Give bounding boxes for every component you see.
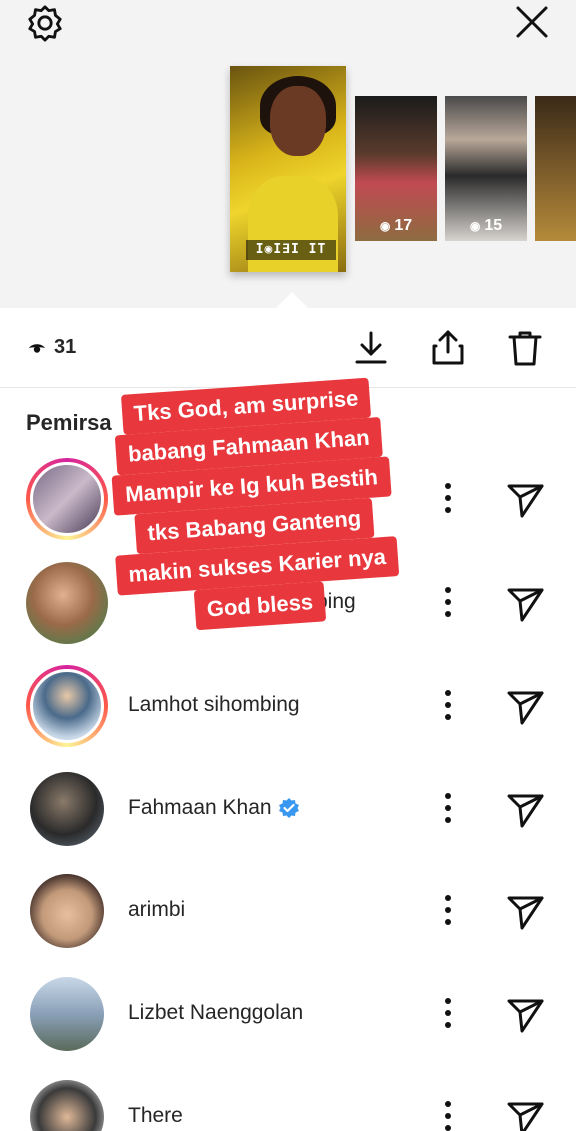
view-count: 31	[28, 336, 76, 359]
more-options-icon[interactable]	[438, 687, 458, 723]
viewer-name[interactable]: There	[128, 1104, 183, 1128]
send-message-icon[interactable]	[504, 685, 546, 727]
story-thumbnail-selected[interactable]: I◉I∃I IT	[230, 66, 346, 272]
more-options-icon[interactable]	[438, 480, 458, 516]
trash-icon[interactable]	[505, 328, 545, 368]
share-icon[interactable]	[428, 328, 468, 368]
send-message-icon[interactable]	[504, 788, 546, 830]
viewer-row[interactable]: There	[0, 1076, 576, 1131]
thumbnail-view-count: ◉ 15	[469, 217, 503, 234]
avatar[interactable]	[30, 772, 104, 846]
more-options-icon[interactable]	[438, 1098, 458, 1131]
view-count-value: 31	[54, 336, 77, 358]
viewer-name[interactable]: Lamhot sihombing	[128, 693, 300, 717]
eye-icon: ◉	[379, 219, 391, 233]
viewer-row[interactable]: Lizbet Naenggolan	[0, 973, 576, 1073]
gear-icon[interactable]	[26, 4, 64, 42]
viewer-row[interactable]: Fahmaan Khan	[0, 768, 576, 868]
selection-pointer	[276, 292, 308, 308]
story-actions-bar: 31	[0, 308, 576, 388]
avatar[interactable]	[30, 874, 104, 948]
avatar[interactable]	[30, 977, 104, 1051]
story-thumbnail[interactable]	[535, 96, 576, 241]
avatar[interactable]	[30, 1080, 104, 1131]
caption-text-block: Tks God, am surprise babang Fahmaan Khan…	[80, 375, 426, 637]
more-options-icon[interactable]	[438, 995, 458, 1031]
eye-icon: ◉	[469, 219, 481, 233]
verified-badge-icon	[278, 798, 299, 818]
close-icon[interactable]	[512, 2, 552, 42]
thumbnail-view-count: ◉ 17	[379, 217, 413, 234]
send-message-icon[interactable]	[504, 582, 546, 624]
send-message-icon[interactable]	[504, 478, 546, 520]
send-message-icon[interactable]	[504, 993, 546, 1035]
eye-icon	[29, 343, 45, 353]
story-thumbnail[interactable]: ◉ 15	[445, 96, 527, 241]
viewer-row[interactable]: arimbi	[0, 870, 576, 970]
thumbnail-image-face	[270, 86, 326, 156]
viewer-name[interactable]: Lizbet Naenggolan	[128, 1001, 303, 1025]
more-options-icon[interactable]	[438, 892, 458, 928]
story-tray: I◉I∃I IT ◉ 17 ◉ 15	[0, 0, 576, 308]
thumbnail-overlay-text: I◉I∃I IT	[246, 240, 336, 260]
story-viewers-screen: I◉I∃I IT ◉ 17 ◉ 15 31 Pemirsa bing Lamho…	[0, 0, 576, 1131]
story-thumbnail[interactable]: ◉ 17	[355, 96, 437, 241]
avatar[interactable]	[26, 665, 108, 747]
viewer-name[interactable]: arimbi	[128, 898, 185, 922]
viewer-row[interactable]: Lamhot sihombing	[0, 665, 576, 765]
more-options-icon[interactable]	[438, 790, 458, 826]
send-message-icon[interactable]	[504, 890, 546, 932]
download-icon[interactable]	[351, 328, 391, 368]
more-options-icon[interactable]	[438, 584, 458, 620]
send-message-icon[interactable]	[504, 1096, 546, 1131]
viewer-name[interactable]: Fahmaan Khan	[128, 796, 300, 820]
